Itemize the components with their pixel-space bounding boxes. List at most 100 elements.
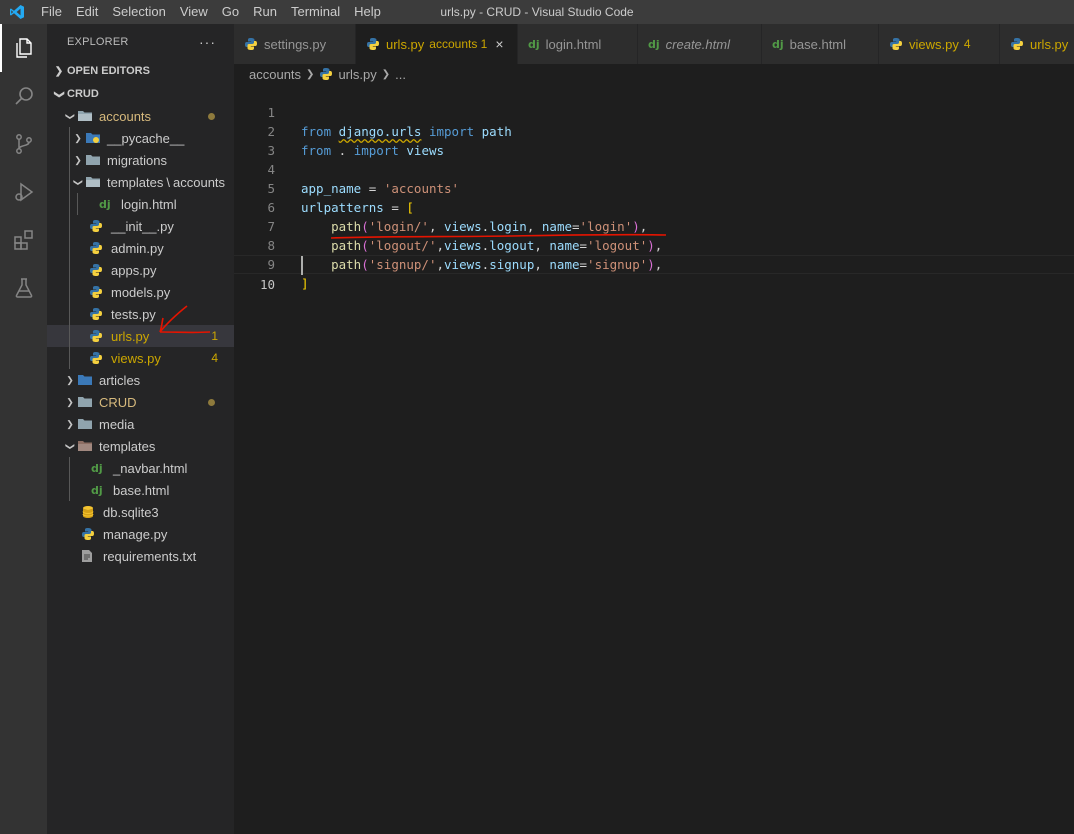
chevron-down-icon: ❯ [65,112,76,120]
menu-view[interactable]: View [173,0,215,24]
breadcrumb-file[interactable]: urls.py [338,67,376,82]
tree-item-label: base.html [113,482,170,498]
tree-item-init-py[interactable]: __init__.py [47,215,234,237]
menu-terminal[interactable]: Terminal [284,0,347,24]
python-file-icon [89,262,107,278]
tree-item-admin-py[interactable]: admin.py [47,237,234,259]
tree-item-manage-py[interactable]: manage.py [47,523,234,545]
tree-item-label: CRUD [99,394,137,410]
menu-edit[interactable]: Edit [69,0,105,24]
folder-icon [85,152,103,168]
tree-item-accounts[interactable]: ❯ accounts [47,105,234,127]
breadcrumb: accounts ❯ urls.py ❯ ... [234,64,406,84]
tree-item-base-html[interactable]: dj base.html [47,479,234,501]
tab-settings-py[interactable]: settings.py [234,24,356,64]
explorer-header: EXPLORER ··· [47,24,234,60]
testing-icon[interactable] [0,264,47,312]
indent-guide [69,479,70,501]
python-file-icon [319,67,333,81]
tab-problem-count: 4 [963,37,971,51]
django-file-icon: dj [99,197,111,211]
menu-help[interactable]: Help [347,0,388,24]
code-editor[interactable]: 1 from django.urls import path 2 from . … [234,84,1074,834]
indent-guide [69,193,70,215]
indent-guide [69,215,70,237]
menu-file[interactable]: File [34,0,69,24]
tab-label: base.html [789,36,847,52]
tree-item-templates-accounts[interactable]: ❯ templates \ accounts [47,171,234,193]
tree-item-label: templates [107,174,164,190]
indent-guide [69,347,70,369]
editor-tabs: settings.py urls.py accounts 1 × dj logi… [234,24,1074,64]
source-control-icon[interactable] [0,120,47,168]
tree-item-apps-py[interactable]: apps.py [47,259,234,281]
explorer-title: EXPLORER [67,36,129,48]
workspace-section[interactable]: ❯ CRUD [47,83,234,105]
menu-selection[interactable]: Selection [105,0,172,24]
code-line[interactable]: 3 [234,122,1074,158]
chevron-right-icon: ❯ [306,68,315,80]
django-file-icon: dj [91,483,103,497]
folder-open-icon [77,108,95,124]
tab-views-py[interactable]: views.py 4 [879,24,1000,64]
tab-label: login.html [545,36,602,52]
search-icon[interactable] [0,72,47,120]
tree-item-label: views.py [111,350,161,366]
open-editors-section[interactable]: ❯ OPEN EDITORS [47,60,234,82]
tab-label: create.html [665,36,730,52]
code-line[interactable]: 2 from . import views [234,103,1074,158]
python-file-icon [89,240,107,256]
breadcrumb-symbol[interactable]: ... [395,67,406,82]
workspace-root-label: CRUD [67,88,99,100]
tree-item-navbar-html[interactable]: dj _navbar.html [47,457,234,479]
vscode-logo-icon [0,0,34,24]
tree-item-pycache[interactable]: ❯ __pycache__ [47,127,234,149]
breadcrumb-folder[interactable]: accounts [249,67,301,82]
close-icon[interactable]: × [495,36,503,52]
tree-item-db-sqlite3[interactable]: db.sqlite3 [47,501,234,523]
code-line[interactable]: 7 path('logout/',views.logout, name='log… [234,198,1074,253]
open-editors-label: OPEN EDITORS [67,65,150,77]
tree-item-crud[interactable]: ❯ CRUD [47,391,234,413]
indent-guide [69,259,70,281]
tree-item-label: requirements.txt [103,548,197,564]
tab-label: urls.py [386,36,425,52]
code-line-current[interactable]: 10 [234,255,1074,292]
extensions-icon[interactable] [0,216,47,264]
tab-urls-py[interactable]: urls.py [1000,24,1074,64]
tree-item-templates[interactable]: ❯ templates [47,435,234,457]
tab-create-html[interactable]: dj create.html [638,24,762,64]
indent-guide [69,303,70,325]
menu-go[interactable]: Go [215,0,246,24]
more-actions-icon[interactable]: ··· [199,34,216,50]
tree-item-label: admin.py [111,240,164,256]
tab-urls-py-accounts[interactable]: urls.py accounts 1 × [356,24,518,64]
menu-run[interactable]: Run [246,0,284,24]
tree-item-media[interactable]: ❯ media [47,413,234,435]
tree-item-views-py[interactable]: views.py 4 [47,347,234,369]
tab-login-html[interactable]: dj login.html [518,24,638,64]
code-line[interactable]: 5 urlpatterns = [ [234,160,1074,215]
tree-item-label: accounts [99,108,152,124]
tab-base-html[interactable]: dj base.html [762,24,879,64]
code-line[interactable]: 1 from django.urls import path [234,84,1074,139]
run-debug-icon[interactable] [0,168,47,216]
indent-guide [69,281,70,303]
tree-item-login-html[interactable]: dj login.html [47,193,234,215]
tree-item-label: articles [99,372,141,388]
text-cursor [301,256,303,275]
tree-item-requirements-txt[interactable]: requirements.txt [47,545,234,567]
folder-icon [77,416,95,432]
explorer-icon[interactable] [0,24,47,72]
explorer-sidebar: EXPLORER ··· ❯ OPEN EDITORS ❯ CRUD ❯ acc… [47,24,234,834]
code-line[interactable]: 4 app_name = 'accounts' [234,141,1074,196]
chevron-right-icon: ❯ [66,418,74,429]
code-line[interactable]: 6 path('login/', views.login, name='logi… [234,179,1074,234]
modified-dot-icon [208,398,215,406]
tab-label: urls.py [1030,36,1069,52]
tree-item-label: templates [99,438,156,454]
problem-count-badge: 4 [211,351,218,365]
tree-item-migrations[interactable]: ❯ migrations [47,149,234,171]
tree-item-articles[interactable]: ❯ articles [47,369,234,391]
menu-bar: File Edit Selection View Go Run Terminal… [34,0,388,24]
